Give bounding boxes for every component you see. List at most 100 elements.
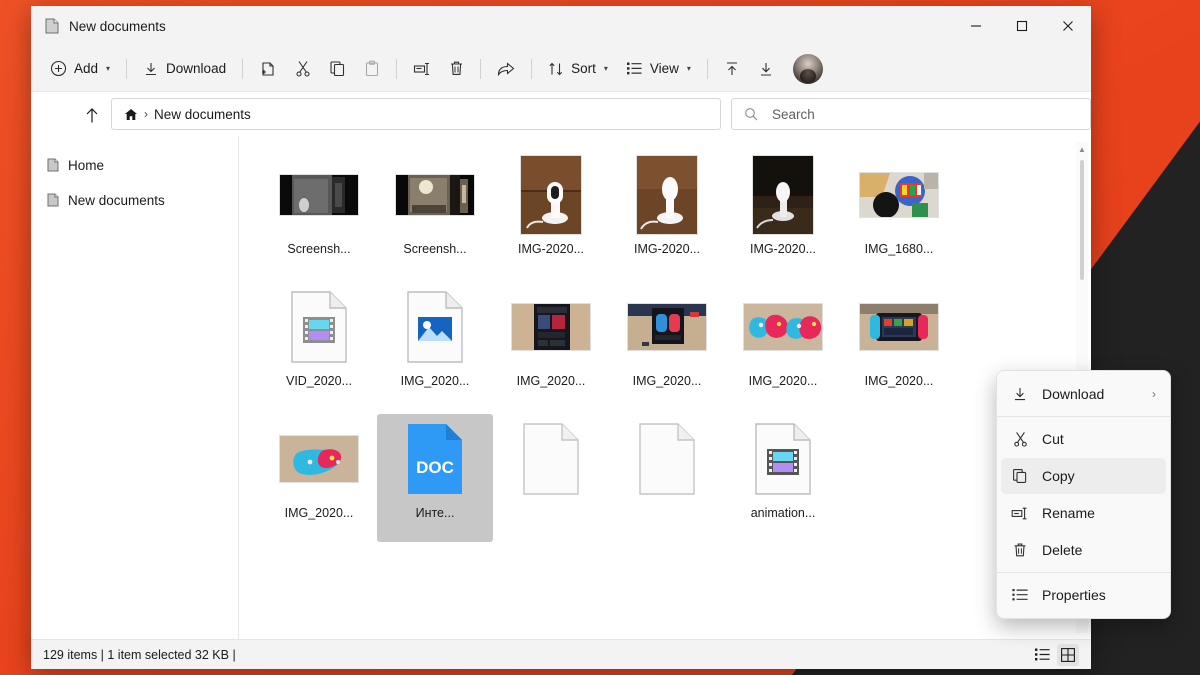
- breadcrumb-current[interactable]: New documents: [154, 107, 251, 122]
- window-title: New documents: [69, 18, 166, 34]
- sidebar-item-new-documents[interactable]: New documents: [39, 184, 230, 216]
- context-menu-item-rename[interactable]: Rename: [1001, 495, 1166, 531]
- address-bar[interactable]: › New documents: [111, 98, 721, 130]
- up-arrow-icon: [84, 107, 100, 124]
- delete-button[interactable]: [440, 53, 473, 85]
- file-grid: Screensh... Screensh... IMG-2020... IMG-…: [261, 150, 1069, 546]
- rename-button[interactable]: [404, 53, 440, 85]
- scroll-up-arrow-icon[interactable]: ▲: [1076, 142, 1088, 156]
- image-file-icon: [407, 291, 463, 363]
- download-button[interactable]: Download: [134, 53, 235, 85]
- context-menu-label: Copy: [1042, 468, 1075, 484]
- minimize-button[interactable]: [953, 6, 999, 46]
- maximize-button[interactable]: [999, 6, 1045, 46]
- user-avatar[interactable]: [792, 53, 823, 84]
- rename-icon: [413, 62, 431, 76]
- close-button[interactable]: [1045, 6, 1091, 46]
- list-item[interactable]: IMG_2020...: [609, 282, 725, 410]
- sort-label: Sort: [571, 61, 596, 76]
- share-button[interactable]: [488, 53, 524, 85]
- sidebar: Home New documents: [31, 136, 239, 639]
- file-label: IMG_1680...: [864, 242, 934, 256]
- file-label: IMG_2020...: [400, 374, 470, 388]
- upload-icon: [724, 61, 740, 77]
- list-item[interactable]: [493, 414, 609, 542]
- view-button[interactable]: View ▾: [617, 53, 700, 85]
- context-menu-separator: [997, 416, 1170, 417]
- file-thumbnail: [280, 156, 358, 234]
- file-thumbnail: [628, 156, 706, 234]
- chevron-right-icon: ›: [1152, 387, 1156, 401]
- view-toggles: [1031, 643, 1079, 666]
- search-placeholder[interactable]: Search: [772, 107, 815, 122]
- sidebar-item-home[interactable]: Home: [39, 149, 230, 181]
- add-label: Add: [74, 61, 99, 76]
- new-folder-icon: [259, 60, 277, 78]
- chevron-down-icon: ▾: [686, 64, 691, 73]
- paste-icon: [364, 60, 380, 77]
- file-label: Screensh...: [403, 242, 467, 256]
- file-thumbnail: [280, 420, 358, 498]
- copy-button[interactable]: [320, 53, 355, 85]
- list-item[interactable]: Screensh...: [261, 150, 377, 278]
- list-item[interactable]: VID_2020...: [261, 282, 377, 410]
- blank-file-icon: [639, 423, 695, 495]
- delete-icon: [1011, 542, 1029, 558]
- properties-icon: [1011, 588, 1029, 602]
- file-thumbnail: [744, 288, 822, 366]
- list-item[interactable]: IMG_2020...: [493, 282, 609, 410]
- add-button[interactable]: Add ▾: [41, 53, 119, 85]
- home-icon[interactable]: [124, 108, 138, 121]
- blank-file-icon: [523, 423, 579, 495]
- sidebar-item-label: Home: [68, 157, 105, 173]
- toolbar-separator: [396, 58, 398, 79]
- context-menu-item-cut[interactable]: Cut: [1001, 421, 1166, 457]
- file-thumbnail: [628, 420, 706, 498]
- video-file-icon: [755, 423, 811, 495]
- file-label: IMG-2020...: [634, 242, 700, 256]
- upload-button[interactable]: [715, 53, 749, 85]
- file-thumbnail: [744, 420, 822, 498]
- chevron-down-icon: ▾: [106, 64, 111, 73]
- list-item[interactable]: IMG-2020...: [609, 150, 725, 278]
- grid-view-icon[interactable]: [1057, 643, 1079, 666]
- file-thumbnail: [860, 156, 938, 234]
- context-menu-item-properties[interactable]: Properties: [1001, 577, 1166, 613]
- context-menu-item-download[interactable]: Download ›: [1001, 376, 1166, 412]
- rename-icon: [1011, 507, 1029, 520]
- list-item[interactable]: animation...: [725, 414, 841, 542]
- list-item[interactable]: IMG-2020...: [725, 150, 841, 278]
- titlebar: New documents: [31, 6, 1091, 46]
- list-item[interactable]: IMG_2020...: [261, 414, 377, 542]
- context-menu-item-copy[interactable]: Copy: [1001, 458, 1166, 494]
- file-thumbnail: [396, 288, 474, 366]
- cut-button[interactable]: [286, 53, 320, 85]
- search-box[interactable]: Search: [731, 98, 1091, 130]
- sort-button[interactable]: Sort ▾: [539, 53, 617, 85]
- sidebar-item-label: New documents: [68, 192, 165, 208]
- list-item[interactable]: IMG_2020...: [725, 282, 841, 410]
- cut-icon: [1011, 431, 1029, 447]
- list-item[interactable]: Screensh...: [377, 150, 493, 278]
- paste-button[interactable]: [355, 53, 389, 85]
- window-body: Home New documents Screensh... Screensh.…: [31, 136, 1091, 639]
- list-item[interactable]: IMG_2020...: [841, 282, 957, 410]
- context-menu-label: Download: [1042, 386, 1105, 402]
- list-item-selected[interactable]: DOC Инте...: [377, 414, 493, 542]
- new-folder-button[interactable]: [250, 53, 286, 85]
- download-file-button[interactable]: [749, 53, 783, 85]
- list-item[interactable]: [609, 414, 725, 542]
- details-view-icon[interactable]: [1031, 644, 1053, 666]
- toolbar-separator: [706, 58, 708, 79]
- file-thumbnail: [512, 420, 590, 498]
- toolbar: Add ▾ Download Sort ▾ View ▾: [31, 46, 1091, 92]
- scrollbar-thumb[interactable]: [1080, 160, 1084, 280]
- toolbar-separator: [480, 58, 482, 79]
- context-menu-separator: [997, 572, 1170, 573]
- context-menu-item-delete[interactable]: Delete: [1001, 532, 1166, 568]
- list-item[interactable]: IMG-2020...: [493, 150, 609, 278]
- list-item[interactable]: IMG_1680...: [841, 150, 957, 278]
- up-button[interactable]: [77, 100, 107, 130]
- download-label: Download: [166, 61, 227, 76]
- list-item[interactable]: IMG_2020...: [377, 282, 493, 410]
